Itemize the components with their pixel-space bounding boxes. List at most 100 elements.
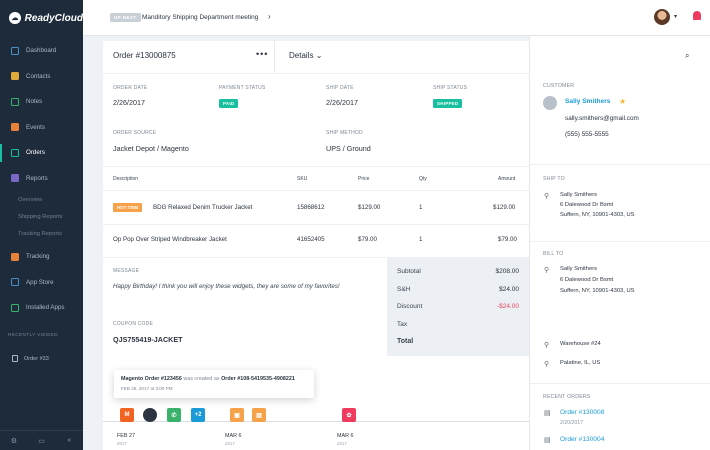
collapse-icon[interactable]: « bbox=[55, 431, 83, 450]
item-price: $129.00 bbox=[358, 204, 381, 211]
shipping-label: S&H bbox=[397, 286, 411, 293]
column-header-description: Description bbox=[113, 176, 139, 182]
timeline-date: MAR 6 bbox=[337, 433, 354, 439]
sidebar-item-contacts[interactable]: Contacts bbox=[0, 64, 83, 90]
item-description: BDG Relaxed Denim Trucker Jacket bbox=[153, 204, 253, 211]
timeline-year: 2017 bbox=[117, 441, 127, 446]
phone-icon[interactable]: ✆ bbox=[167, 408, 181, 422]
sidebar-item-tracking[interactable]: Tracking bbox=[0, 244, 83, 270]
divider bbox=[103, 73, 529, 74]
contacts-icon bbox=[11, 72, 19, 81]
subtotal-label: Subtotal bbox=[397, 268, 421, 275]
sidebar-item-label: Orders bbox=[26, 149, 45, 157]
order-source-label: ORDER SOURCE bbox=[113, 130, 157, 136]
more-events-badge[interactable]: +2 bbox=[191, 408, 205, 422]
timeline-date: MAR 6 bbox=[225, 433, 242, 439]
bill-to-label: BILL TO bbox=[543, 251, 564, 257]
star-icon[interactable]: ★ bbox=[619, 97, 626, 106]
chevron-down-icon[interactable]: ▾ bbox=[674, 13, 677, 20]
avatar[interactable] bbox=[143, 408, 157, 422]
message-label: MESSAGE bbox=[113, 268, 140, 274]
app-root: ☁ ReadyCloud Dashboard Contacts Notes Ev… bbox=[0, 0, 710, 450]
search-icon[interactable]: ⌕ bbox=[685, 51, 689, 61]
sidebar-subitem-tracking-reports[interactable]: Tracking Reports bbox=[0, 225, 83, 242]
item-amount: $129.00 bbox=[493, 204, 516, 211]
order-date-value: 2/26/2017 bbox=[113, 98, 145, 107]
notes-icon bbox=[11, 97, 19, 106]
sidebar-subitem-shipping-reports[interactable]: Shipping Reports bbox=[0, 208, 83, 225]
magento-icon[interactable]: M bbox=[120, 408, 134, 422]
tooltip-ref: Order #108-5419535-4908221 bbox=[221, 376, 295, 382]
chevron-right-icon[interactable]: › bbox=[268, 12, 271, 21]
order-icon: ▤ bbox=[544, 410, 551, 417]
top-bar: UP NEXT Manditory Shipping Department me… bbox=[83, 0, 710, 36]
up-next-event[interactable]: Manditory Shipping Department meeting bbox=[142, 14, 258, 21]
item-sku: 15868612 bbox=[297, 204, 325, 211]
sidebar-item-orders[interactable]: Orders bbox=[0, 140, 83, 166]
recent-order-link[interactable]: Order #130004 bbox=[560, 436, 604, 443]
order-icon: ▤ bbox=[544, 437, 551, 444]
timeline-year: 2017 bbox=[337, 441, 347, 446]
sidebar-item-reports[interactable]: Reports bbox=[0, 166, 83, 192]
divider bbox=[103, 190, 529, 191]
location-pin-icon: ⚲ bbox=[544, 342, 550, 349]
truck-icon[interactable]: ▤ bbox=[252, 408, 266, 422]
ship-to-label: SHIP TO bbox=[543, 176, 565, 182]
cloud-logo-icon: ☁ bbox=[9, 12, 21, 24]
recent-item[interactable]: Order #33 bbox=[12, 355, 49, 362]
column-header-amount: Amount bbox=[498, 176, 516, 182]
customer-avatar bbox=[543, 96, 557, 110]
coupon-code-label: COUPON CODE bbox=[113, 321, 153, 327]
divider bbox=[530, 241, 710, 242]
layout-icon[interactable]: ▭ bbox=[28, 431, 56, 450]
sidebar-item-app-store[interactable]: App Store bbox=[0, 270, 83, 296]
more-options-icon[interactable]: ••• bbox=[256, 49, 268, 59]
shipping-value: $24.00 bbox=[499, 286, 519, 293]
package-icon[interactable]: ▣ bbox=[230, 408, 244, 422]
installed-apps-icon bbox=[11, 303, 19, 312]
recent-order-link[interactable]: Order #130008 bbox=[560, 409, 604, 416]
customer-name-link[interactable]: Sally Smithers bbox=[565, 98, 610, 105]
warehouse-address: Warehouse #24 bbox=[560, 341, 601, 347]
hot-item-badge: HOT ITEM bbox=[113, 203, 142, 212]
customer-email[interactable]: sally.smithers@gmail.com bbox=[565, 115, 639, 122]
column-header-qty: Qty bbox=[419, 176, 427, 182]
notification-bell-icon[interactable] bbox=[693, 11, 701, 20]
discount-label: Discount bbox=[397, 303, 423, 310]
item-sku: 41652405 bbox=[297, 236, 325, 243]
gift-icon[interactable]: ✿ bbox=[342, 408, 356, 422]
ship-status-badge: SHIPPED bbox=[433, 99, 463, 108]
user-avatar[interactable] bbox=[654, 9, 670, 25]
divider bbox=[103, 224, 529, 225]
orders-icon bbox=[11, 148, 19, 157]
app-logo[interactable]: ☁ ReadyCloud bbox=[0, 0, 83, 36]
order-date-label: ORDER DATE bbox=[113, 85, 148, 91]
palatine-address: Palatine, IL, US bbox=[560, 360, 601, 366]
column-header-price: Price bbox=[358, 176, 370, 182]
ship-to-name: Sally Smithers bbox=[560, 192, 598, 198]
customer-phone[interactable]: (555) 555-5555 bbox=[565, 131, 609, 138]
sidebar-item-label: Dashboard bbox=[26, 47, 57, 55]
details-dropdown[interactable]: Details ⌄ bbox=[289, 51, 322, 60]
tooltip-text: Magento Order #123456 was created as Ord… bbox=[121, 376, 295, 382]
divider bbox=[530, 164, 710, 165]
sidebar-subitem-overview[interactable]: Overview bbox=[0, 191, 83, 208]
gift-message: Happy Birthday! I think you will enjoy t… bbox=[113, 283, 340, 290]
bill-to-city: Suffern, NY, 10901-4303, US bbox=[560, 288, 635, 294]
sidebar-item-dashboard[interactable]: Dashboard bbox=[0, 38, 83, 64]
details-label: Details bbox=[289, 51, 314, 60]
sidebar-item-installed-apps[interactable]: Installed Apps bbox=[0, 295, 83, 321]
ship-date-label: SHIP DATE bbox=[326, 85, 354, 91]
sidebar-item-label: Notes bbox=[26, 98, 43, 106]
document-icon bbox=[12, 355, 18, 362]
sidebar-item-notes[interactable]: Notes bbox=[0, 89, 83, 115]
sidebar-item-label: Contacts bbox=[26, 72, 51, 80]
recent-item-label: Order #33 bbox=[24, 355, 49, 362]
divider bbox=[103, 166, 529, 167]
settings-icon[interactable]: ⚙ bbox=[0, 431, 28, 450]
bill-to-name: Sally Smithers bbox=[560, 266, 598, 272]
sidebar-item-events[interactable]: Events bbox=[0, 115, 83, 141]
order-source-value: Jacket Depot / Magento bbox=[113, 144, 189, 153]
column-header-sku: SKU bbox=[297, 176, 308, 182]
customer-panel: ⌕ CUSTOMER Sally Smithers ★ sally.smithe… bbox=[529, 36, 710, 450]
